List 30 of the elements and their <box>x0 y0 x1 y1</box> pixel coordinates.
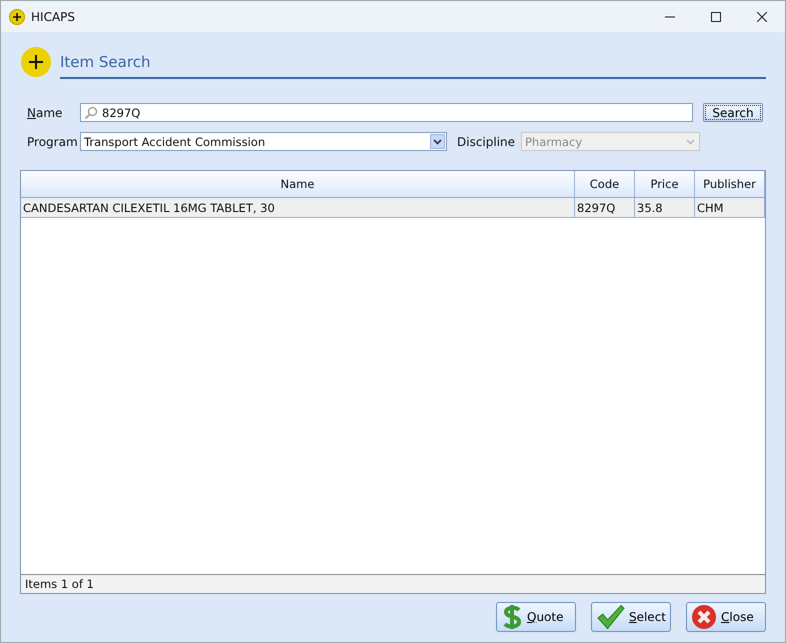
checkmark-icon <box>596 604 625 630</box>
maximize-icon[interactable] <box>711 12 721 22</box>
table-cell: CHM <box>695 198 765 217</box>
page-title: Item Search <box>60 53 150 71</box>
name-label: Name <box>26 106 64 120</box>
select-button[interactable]: Select <box>591 602 671 632</box>
window-title: HICAPS <box>31 10 76 24</box>
table-cell: 8297Q <box>575 198 635 217</box>
column-header[interactable]: Price <box>635 171 695 197</box>
dollar-icon <box>501 604 523 630</box>
discipline-label: Discipline <box>456 134 516 148</box>
item-count: Items 1 of 1 <box>25 577 94 591</box>
close-button[interactable]: Close <box>686 602 766 632</box>
column-header[interactable]: Code <box>575 171 635 197</box>
program-dropdown[interactable]: Transport Accident Commission <box>80 132 447 151</box>
table-row[interactable]: CANDESARTAN CILEXETIL 16MG TABLET, 30 8297Q 35.8 CHM <box>21 198 765 218</box>
search-icon <box>84 106 98 120</box>
table-cell: 35.8 <box>635 198 695 217</box>
name-field[interactable]: 8297Q <box>80 103 693 122</box>
app-plus-icon <box>9 8 25 24</box>
chevron-down-icon[interactable] <box>433 138 442 144</box>
search-button[interactable]: Search <box>703 103 763 122</box>
column-header[interactable]: Publisher <box>695 171 765 197</box>
close-circle-icon <box>691 604 717 630</box>
column-header[interactable]: Name <box>21 171 575 197</box>
close-icon[interactable] <box>757 12 767 22</box>
table-cell: CANDESARTAN CILEXETIL 16MG TABLET, 30 <box>21 198 575 217</box>
program-label: Program <box>26 134 79 148</box>
plus-icon <box>20 46 52 78</box>
quote-button[interactable]: Quote <box>496 602 576 632</box>
